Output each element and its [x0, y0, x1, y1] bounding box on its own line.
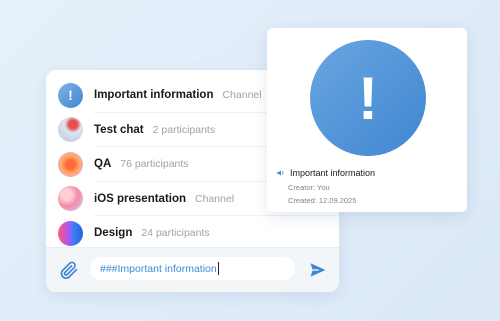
chat-meta: 2 participants	[152, 123, 216, 136]
chat-meta: 76 participants	[120, 158, 189, 171]
message-input[interactable]: ###Important information	[90, 257, 295, 280]
chat-name: Important information	[94, 89, 214, 102]
send-icon[interactable]	[309, 261, 327, 279]
chat-meta: Channel	[222, 89, 262, 102]
chat-avatar	[58, 220, 83, 246]
chat-name: QA	[94, 158, 112, 171]
message-composer: ###Important information	[46, 247, 339, 292]
chat-meta: 24 participants	[141, 227, 210, 240]
chat-meta: Channel	[195, 192, 235, 205]
paperclip-icon[interactable]	[59, 260, 79, 280]
channel-title: Important information	[290, 168, 376, 178]
chat-avatar	[58, 151, 83, 177]
chat-name: Design	[94, 227, 133, 240]
exclamation-icon: !	[358, 64, 378, 132]
exclamation-icon: !	[68, 87, 73, 104]
chat-name: iOS presentation	[94, 192, 187, 205]
chat-item-design[interactable]: Design 24 participants	[46, 216, 339, 251]
text-caret	[217, 262, 219, 275]
megaphone-icon	[277, 170, 284, 176]
message-text: ###Important information	[100, 262, 217, 275]
channel-info-card: ! Important information Creator: You Cre…	[267, 28, 467, 212]
channel-created-date: Created: 12.09.2025	[288, 196, 357, 205]
channel-avatar-large: !	[310, 40, 426, 156]
channel-avatar: !	[58, 82, 83, 108]
chat-name: Test chat	[94, 123, 144, 136]
chat-avatar	[58, 186, 83, 212]
channel-title-row: Important information	[276, 168, 375, 178]
chat-avatar	[58, 117, 83, 143]
channel-creator: Creator: You	[288, 183, 330, 192]
